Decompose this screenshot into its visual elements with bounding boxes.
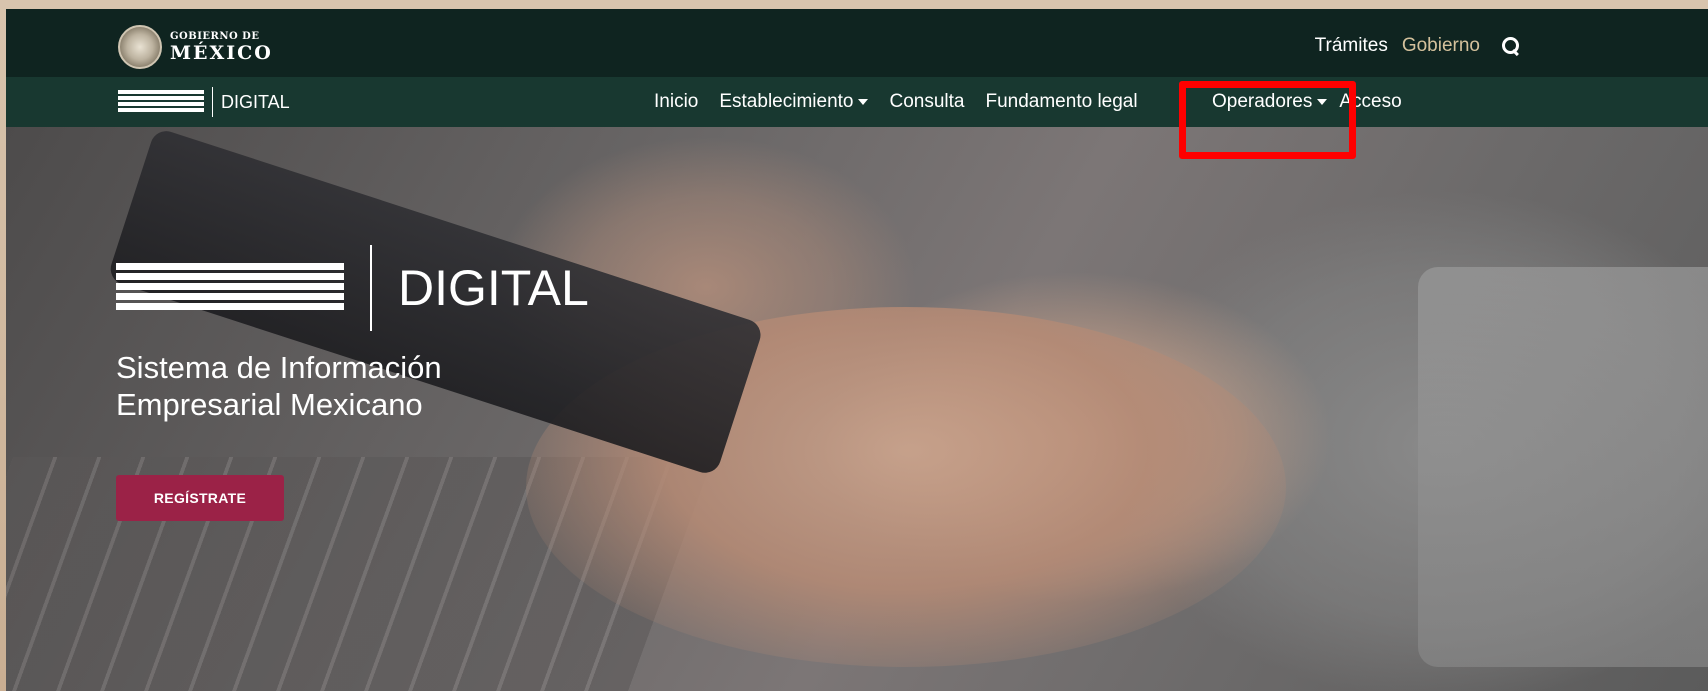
page: GOBIERNO DE MÉXICO Trámites Gobierno DIG… [6,9,1708,691]
hero-content: DIGITAL Sistema de Información Empresari… [116,245,589,521]
chevron-down-icon [858,99,869,105]
logo-divider-large [370,245,372,331]
hero-tagline: Sistema de Información Empresarial Mexic… [116,349,589,423]
nav-item-establecimiento-label: Establecimiento [719,91,854,112]
siem-mark-large-icon [116,263,344,313]
siem-logo-small-text: DIGITAL [221,91,290,112]
gob-mx-logo-small: GOBIERNO DE [170,30,260,42]
tagline-line-1: Sistema de Información [116,350,442,385]
gob-mx-logo[interactable]: GOBIERNO DE MÉXICO [118,23,273,71]
siem-navbar: DIGITAL Inicio Establecimiento Consulta … [6,77,1708,127]
national-seal-icon [118,25,162,69]
logo-divider [212,87,213,117]
tagline-line-2: Empresarial Mexicano [116,387,423,422]
hero-sleeve-image [1418,267,1708,667]
nav-item-consulta[interactable]: Consulta [889,91,964,113]
nav-item-fundamento-legal[interactable]: Fundamento legal [985,91,1137,113]
nav-menu: Inicio Establecimiento Consulta Fundamen… [654,87,1138,117]
siem-logo-small[interactable]: DIGITAL [118,87,290,117]
highlight-annotation [1179,81,1356,159]
hero-banner: DIGITAL Sistema de Información Empresari… [6,127,1708,691]
nav-item-inicio[interactable]: Inicio [654,91,698,113]
gob-mx-logo-big: MÉXICO [170,41,273,64]
siem-mark-icon [118,90,204,114]
nav-item-establecimiento[interactable]: Establecimiento [719,91,869,113]
search-icon[interactable] [1500,35,1522,57]
nav-item-fundamento-legal-label: Fundamento legal [985,91,1138,112]
nav-item-consulta-label: Consulta [889,91,965,112]
register-button[interactable]: REGÍSTRATE [116,475,284,521]
gob-mx-wordmark: GOBIERNO DE MÉXICO [170,30,273,64]
nav-item-inicio-label: Inicio [654,91,699,112]
siem-logo-large: DIGITAL [116,245,589,331]
gov-links: Trámites Gobierno [1315,31,1522,61]
siem-logo-large-text: DIGITAL [398,260,589,316]
link-gobierno[interactable]: Gobierno [1402,35,1480,57]
gov-header: GOBIERNO DE MÉXICO Trámites Gobierno [6,9,1708,85]
link-tramites[interactable]: Trámites [1315,35,1388,57]
